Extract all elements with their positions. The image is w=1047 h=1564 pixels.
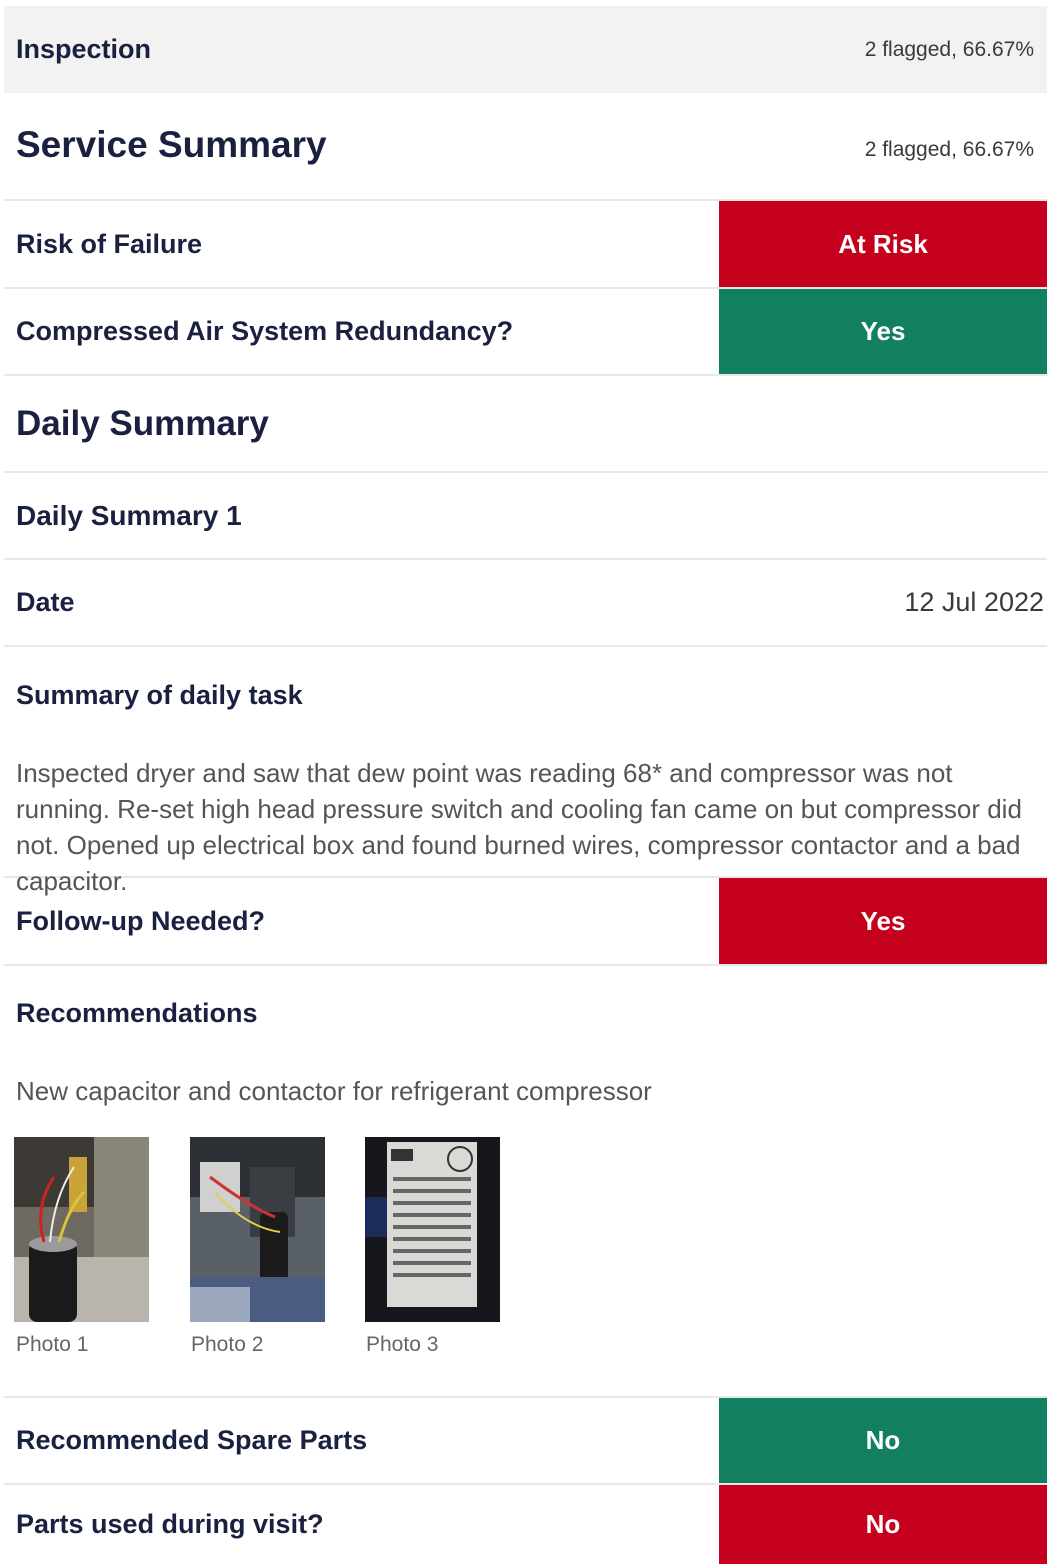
photo-3-thumbnail[interactable] — [365, 1137, 500, 1322]
service-summary-stats: 2 flagged, 66.67% — [864, 138, 1034, 161]
date-value: 12 Jul 2022 — [904, 587, 1044, 617]
inspection-header: Inspection 2 flagged, 66.67% — [4, 6, 1047, 93]
parts-used-label: Parts used during visit? — [16, 1509, 324, 1539]
daily-summary-1-title: Daily Summary 1 — [16, 499, 242, 531]
capacitor-photo-icon — [14, 1137, 149, 1322]
daily-summary-title: Daily Summary — [16, 403, 269, 443]
parts-used-row: Parts used during visit? No — [4, 1485, 1047, 1564]
date-label: Date — [16, 587, 75, 617]
redundancy-value: Yes — [860, 316, 906, 346]
followup-badge[interactable]: Yes — [719, 878, 1047, 964]
photo-1-caption: Photo 1 — [16, 1333, 89, 1356]
parts-used-value: No — [865, 1509, 901, 1539]
spare-parts-row: Recommended Spare Parts No — [4, 1398, 1047, 1485]
photo-3-caption: Photo 3 — [366, 1333, 439, 1356]
spare-parts-badge[interactable]: No — [719, 1398, 1047, 1483]
redundancy-badge[interactable]: Yes — [719, 289, 1047, 374]
redundancy-label: Compressed Air System Redundancy? — [16, 316, 514, 346]
followup-value: Yes — [860, 905, 906, 936]
followup-row: Follow-up Needed? Yes — [4, 878, 1047, 966]
recommendations-label: Recommendations — [16, 998, 258, 1028]
photo-2-thumbnail[interactable] — [190, 1137, 325, 1322]
risk-of-failure-badge[interactable]: At Risk — [719, 201, 1047, 287]
nameplate-photo-icon — [365, 1137, 500, 1322]
recommendations-text: New capacitor and contactor for refriger… — [16, 1076, 652, 1106]
summary-task-label: Summary of daily task — [16, 680, 303, 710]
redundancy-row: Compressed Air System Redundancy? Yes — [4, 289, 1047, 376]
electrical-box-photo-icon — [190, 1137, 325, 1322]
photo-2-caption: Photo 2 — [191, 1333, 264, 1356]
parts-used-badge[interactable]: No — [719, 1485, 1047, 1564]
followup-label: Follow-up Needed? — [16, 905, 265, 936]
spare-parts-value: No — [865, 1425, 901, 1455]
spare-parts-label: Recommended Spare Parts — [16, 1425, 368, 1455]
risk-of-failure-row: Risk of Failure At Risk — [4, 201, 1047, 289]
daily-summary-heading: Daily Summary — [4, 376, 1047, 473]
risk-of-failure-label: Risk of Failure — [16, 228, 203, 259]
daily-summary-1-row: Daily Summary 1 — [4, 473, 1047, 560]
inspection-title: Inspection — [16, 34, 152, 64]
summary-task-row: Summary of daily task Inspected dryer an… — [4, 647, 1047, 896]
inspection-stats: 2 flagged, 66.67% — [864, 37, 1034, 61]
service-summary-heading: Service Summary 2 flagged, 66.67% — [4, 110, 1047, 201]
date-row: Date 12 Jul 2022 — [4, 560, 1047, 647]
risk-of-failure-value: At Risk — [838, 228, 928, 259]
service-summary-title: Service Summary — [16, 123, 327, 165]
photo-1-thumbnail[interactable] — [14, 1137, 149, 1322]
